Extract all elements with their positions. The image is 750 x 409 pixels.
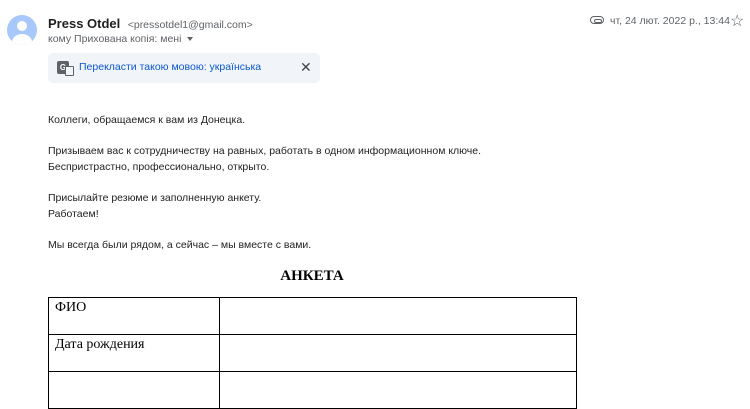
table-cell-value bbox=[219, 371, 577, 409]
greeting: Коллеги, обращаемся к вам из Донецка. bbox=[48, 114, 246, 126]
translate-link[interactable]: Перекласти такою мовою: українська bbox=[79, 61, 261, 73]
body-line: Присылайте резюме и заполненную анкету. bbox=[48, 192, 262, 204]
paperclip-icon bbox=[590, 16, 604, 24]
translate-bar: G Перекласти такою мовою: українська ✕ bbox=[48, 53, 320, 83]
table-cell-label: ФИО bbox=[48, 297, 220, 335]
avatar-body bbox=[12, 34, 32, 45]
table-cell-value bbox=[219, 297, 577, 335]
translate-icon: G bbox=[57, 61, 74, 76]
sender-email: <pressotdel1@gmail.com> bbox=[127, 19, 253, 31]
recipient-details-toggle[interactable]: кому Прихована копія: мені bbox=[48, 33, 194, 45]
table-row: ФИО bbox=[48, 297, 577, 335]
table-cell-value bbox=[219, 334, 577, 372]
table-row: Дата рождения bbox=[48, 334, 577, 372]
message-date: чт, 24 лют. 2022 р., 13:44 bbox=[610, 15, 730, 27]
chevron-down-icon[interactable] bbox=[187, 37, 194, 41]
message-body: Коллеги, обращаемся к вам из Донецка. Пр… bbox=[48, 112, 481, 253]
sender-line: Press Otdel <pressotdel1@gmail.com> bbox=[48, 15, 253, 33]
body-line: Беспристрастно, профессионально, открыто… bbox=[48, 161, 270, 173]
avatar-head bbox=[17, 21, 27, 31]
close-icon[interactable]: ✕ bbox=[300, 59, 312, 75]
form-title: АНКЕТА bbox=[280, 268, 344, 284]
body-line: Призываем вас к сотрудничеству на равных… bbox=[48, 145, 482, 157]
table-row bbox=[48, 371, 577, 409]
table-cell-label bbox=[48, 371, 220, 409]
table-cell-label: Дата рождения bbox=[48, 334, 220, 372]
body-line: Мы всегда были рядом, а сейчас – мы вмес… bbox=[48, 239, 312, 251]
form-table: ФИО Дата рождения bbox=[48, 297, 577, 409]
sender-name[interactable]: Press Otdel bbox=[48, 16, 120, 31]
recipient-text: кому Прихована копія: мені bbox=[48, 33, 182, 45]
star-icon[interactable]: ☆ bbox=[730, 11, 744, 31]
body-line: Работаем! bbox=[48, 208, 99, 220]
sender-avatar[interactable] bbox=[7, 15, 37, 45]
